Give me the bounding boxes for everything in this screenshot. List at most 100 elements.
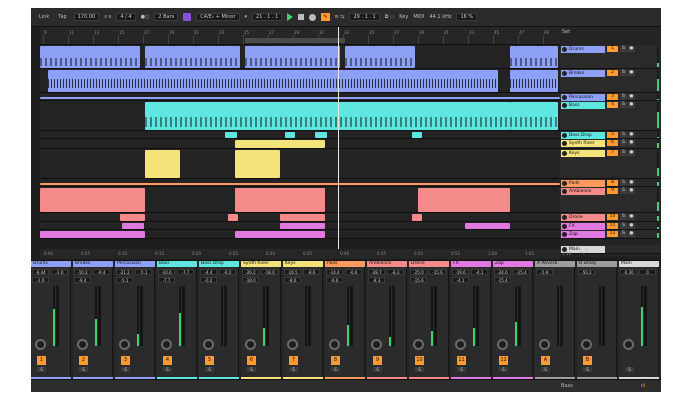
strip-name[interactable]: Bass (157, 261, 197, 267)
track-number-button[interactable]: 9 (607, 188, 618, 194)
strip-name[interactable]: Percussion (115, 261, 155, 267)
stop-icon[interactable] (298, 14, 305, 20)
solo-button[interactable]: S (620, 214, 627, 220)
scale-icon[interactable] (183, 13, 192, 21)
clip[interactable] (418, 188, 510, 212)
track-number-button[interactable]: 8 (607, 180, 618, 186)
clip[interactable] (235, 188, 325, 212)
pan-knob[interactable] (245, 339, 256, 350)
track-activator-icon[interactable] (562, 71, 567, 76)
strip-name[interactable]: Pads (325, 261, 365, 267)
volume-field[interactable]: -25.0 (410, 269, 427, 275)
track-lane-drums[interactable] (40, 45, 560, 69)
clip[interactable] (120, 214, 145, 221)
strip-name[interactable]: A Reverb (535, 261, 575, 267)
set-label[interactable]: Set (562, 29, 570, 35)
track-header[interactable]: Synth Riser 6 S ● (560, 139, 661, 149)
solo-button[interactable]: S (541, 367, 550, 372)
volume-field[interactable]: -26.2 (242, 269, 259, 275)
pan-knob[interactable] (455, 339, 466, 350)
track-number-button[interactable]: 1 (607, 46, 618, 52)
track-activator-button[interactable]: 9 (373, 356, 382, 365)
track-activator-icon[interactable] (562, 215, 567, 220)
track-number-button[interactable]: 4 (607, 102, 618, 108)
track-lane-percussion[interactable] (40, 93, 560, 101)
solo-button[interactable]: S (163, 367, 172, 372)
volume-field[interactable]: -24.6 (494, 269, 511, 275)
volume-field[interactable]: -19.6 (452, 269, 469, 275)
loop-brace[interactable] (245, 38, 345, 43)
track-activator-button[interactable]: 8 (331, 356, 340, 365)
track-activator-icon[interactable] (562, 151, 567, 156)
cpu-icon[interactable]: ılı (641, 383, 645, 389)
strip-name[interactable]: Zap (493, 261, 533, 267)
clip[interactable] (510, 102, 558, 130)
track-header[interactable]: Bass Drop 5 S ● (560, 131, 661, 139)
arm-button[interactable]: ● (628, 214, 635, 220)
solo-button[interactable]: S (79, 367, 88, 372)
track-name[interactable]: Bass (561, 102, 605, 109)
volume-field[interactable]: -10.2 (74, 269, 91, 275)
strip-name[interactable]: Drone (409, 261, 449, 267)
volume-fader[interactable] (98, 286, 101, 346)
track-lane-zap[interactable] (40, 230, 560, 239)
clip[interactable] (280, 214, 325, 221)
clip[interactable] (40, 231, 145, 238)
clip[interactable] (48, 70, 498, 92)
clip[interactable] (225, 132, 237, 138)
volume-fader[interactable] (434, 286, 437, 346)
clip[interactable] (145, 150, 180, 178)
solo-button[interactable]: S (289, 367, 298, 372)
arrangement-view[interactable] (40, 45, 560, 247)
solo-button[interactable]: S (620, 70, 627, 76)
arm-button[interactable]: ● (628, 46, 635, 52)
key-map-button[interactable]: Key (399, 14, 408, 20)
clip[interactable] (40, 46, 140, 68)
track-name[interactable]: Breaks (561, 70, 605, 77)
time-signature-field[interactable]: 4 / 4 (116, 13, 136, 21)
track-header[interactable]: Keys 7 S ● (560, 149, 661, 179)
clip[interactable] (228, 214, 238, 221)
volume-fader[interactable] (140, 286, 143, 346)
arm-button[interactable]: ● (628, 102, 635, 108)
track-name[interactable]: Percussion (561, 94, 605, 101)
play-icon[interactable] (287, 13, 294, 21)
pan-knob[interactable] (119, 339, 130, 350)
quantize-select[interactable]: 2 Bars (154, 13, 179, 21)
track-activator-icon[interactable] (562, 189, 567, 194)
volume-fader[interactable] (224, 286, 227, 346)
track-number-button[interactable]: 11 (607, 223, 618, 229)
pan-knob[interactable] (161, 339, 172, 350)
track-number-button[interactable]: 5 (607, 132, 618, 138)
pan-knob[interactable] (413, 339, 424, 350)
track-number-button[interactable]: 7 (607, 150, 618, 156)
track-lane-breaks[interactable] (40, 69, 560, 93)
send-field[interactable]: -5.1 (116, 277, 133, 283)
clip[interactable] (245, 46, 340, 68)
track-number-button[interactable]: 2 (607, 70, 618, 76)
clip[interactable] (235, 140, 325, 148)
track-activator-icon[interactable] (562, 133, 567, 138)
clip[interactable] (285, 132, 295, 138)
track-lane-bass-drop[interactable] (40, 131, 560, 139)
volume-field[interactable]: -0.30 (620, 269, 637, 275)
track-header-main[interactable]: Main (560, 245, 661, 254)
track-activator-icon[interactable] (562, 141, 567, 146)
track-activator-icon[interactable] (562, 95, 567, 100)
track-number-button[interactable]: 3 (607, 94, 618, 100)
track-lane-bass[interactable] (40, 101, 560, 131)
strip-name[interactable]: FX (451, 261, 491, 267)
send-field[interactable]: -9.4 (74, 277, 91, 283)
pan-knob[interactable] (329, 339, 340, 350)
strip-name[interactable]: Main (619, 261, 659, 267)
record-icon[interactable] (309, 13, 317, 21)
solo-button[interactable]: S (620, 150, 627, 156)
song-position-field[interactable]: 21 . 1 . 1 (252, 13, 283, 21)
solo-button[interactable]: S (583, 367, 592, 372)
track-activator-icon[interactable] (562, 47, 567, 52)
pan-knob[interactable] (203, 339, 214, 350)
clip[interactable] (235, 231, 325, 238)
send-field[interactable]: -15.4 (494, 277, 511, 283)
clip[interactable] (40, 183, 560, 185)
pan-knob[interactable] (287, 339, 298, 350)
